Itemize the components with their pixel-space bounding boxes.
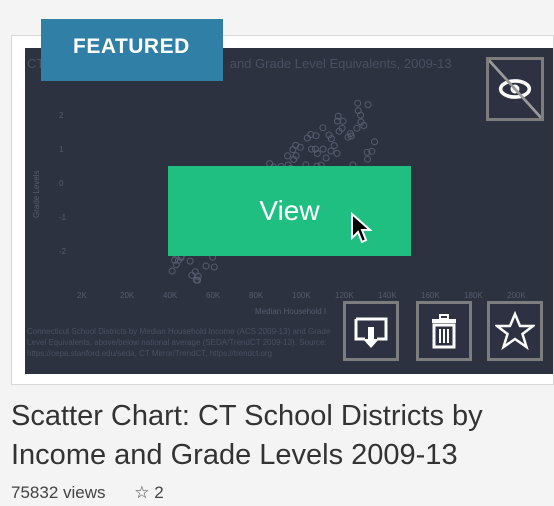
y-tick-label: 2 (59, 111, 64, 120)
featured-badge: FEATURED (41, 19, 223, 81)
delete-button[interactable] (416, 301, 472, 361)
y-tick-label: 0 (59, 179, 64, 188)
scatter-point (322, 154, 330, 162)
x-tick-label: 40K (163, 291, 178, 300)
scatter-point (319, 124, 327, 132)
scatter-point (168, 267, 176, 275)
hide-button[interactable] (486, 57, 544, 121)
scatter-point (339, 117, 347, 125)
thumbnail-caption: Connecticut School Districts by Median H… (27, 327, 331, 358)
y-tick-label: -1 (59, 213, 67, 222)
scatter-point (371, 138, 378, 146)
x-tick-label: 2K (77, 291, 87, 300)
trash-icon (432, 314, 456, 349)
scatter-point (364, 155, 371, 163)
x-tick-label: 200K (507, 291, 526, 300)
x-tick-label: 120K (335, 291, 354, 300)
scatter-point (202, 262, 210, 270)
scatter-point (327, 147, 335, 155)
scatter-point (303, 134, 311, 142)
scatter-point (319, 145, 327, 153)
mouse-pointer-icon (351, 212, 373, 244)
view-button[interactable]: View (168, 166, 411, 256)
star-icon (495, 311, 535, 351)
scatter-point (210, 263, 218, 271)
star-count: ☆ 2 (134, 483, 164, 502)
x-axis-label: Median Household I (255, 307, 326, 316)
x-tick-label: 100K (292, 291, 311, 300)
view-count: 75832 views (11, 483, 106, 502)
download-button[interactable] (343, 301, 399, 361)
scatter-point (188, 271, 196, 279)
scatter-point (353, 124, 361, 132)
scatter-point (333, 149, 341, 157)
visualization-meta: 75832 views ☆ 2 (11, 483, 164, 503)
eye-slash-icon (489, 59, 541, 119)
visualization-title[interactable]: Scatter Chart: CT School Districts by In… (11, 397, 551, 475)
x-tick-label: 160K (421, 291, 440, 300)
x-tick-label: 20K (120, 291, 135, 300)
x-tick-label: 80K (249, 291, 264, 300)
scatter-point (364, 101, 372, 109)
download-icon (354, 317, 388, 348)
scatter-point (194, 272, 202, 280)
x-tick-label: 60K (206, 291, 221, 300)
y-tick-label: -2 (59, 247, 67, 256)
x-tick-label: 180K (464, 291, 483, 300)
scatter-point (186, 257, 194, 265)
x-tick-label: 140K (378, 291, 397, 300)
y-axis-label: Grade Levels (32, 170, 41, 218)
scatter-point (284, 152, 291, 160)
scatter-point (312, 132, 320, 140)
y-tick-label: 1 (59, 145, 64, 154)
favorite-button[interactable] (487, 301, 543, 361)
scatter-point (289, 146, 297, 154)
scatter-point (354, 99, 362, 107)
